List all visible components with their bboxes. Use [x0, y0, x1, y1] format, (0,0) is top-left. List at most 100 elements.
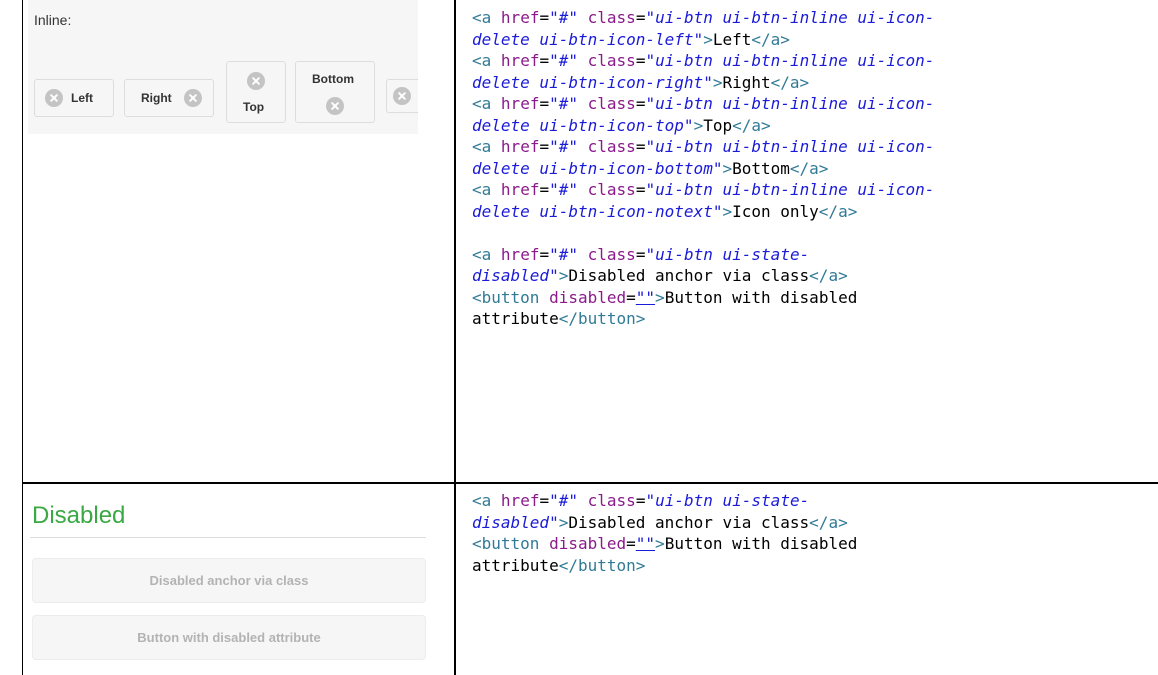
code-token: </a> — [818, 201, 858, 221]
code-token: delete ui-btn-icon-left" — [472, 29, 704, 49]
code-token: > — [558, 266, 569, 285]
inline-top-button[interactable]: Top — [226, 61, 286, 123]
code-line: <a href="#" class="ui-btn ui-btn-inline … — [472, 179, 934, 201]
code-token: = — [539, 244, 550, 264]
code-token: = — [539, 137, 550, 156]
code-token: class — [587, 94, 636, 113]
code-line: delete ui-btn-icon-top">Top</a> — [472, 115, 934, 137]
code-token: = — [635, 51, 646, 70]
disabled-attribute-button[interactable]: Button with disabled attribute — [32, 615, 426, 660]
code-line: delete ui-btn-icon-bottom">Bottom</a> — [472, 158, 934, 180]
disabled-heading: Disabled — [32, 502, 126, 529]
code-token: href — [500, 51, 540, 70]
code-token: "#" — [549, 491, 578, 510]
heading-divider — [30, 537, 426, 538]
code-token: "ui-btn ui-btn-inline ui-icon- — [645, 94, 935, 113]
code-token: = — [635, 8, 646, 27]
code-token: > — [558, 512, 569, 532]
delete-icon — [393, 87, 411, 105]
code-token: "" — [635, 287, 656, 307]
inline-left-button[interactable]: Left — [34, 79, 114, 117]
code-token: = — [539, 8, 550, 27]
code-line: <a href="#" class="ui-btn ui-btn-inline … — [472, 136, 934, 158]
code-token: </a> — [809, 512, 848, 532]
code-line: <a href="#" class="ui-btn ui-state- — [472, 490, 857, 512]
inline-bottom-label: Bottom — [312, 72, 354, 86]
code-token: "ui-btn ui-btn-inline ui-icon- — [645, 137, 935, 156]
code-token: "ui-btn ui-state- — [645, 491, 810, 510]
code-token: delete ui-btn-icon-top" — [472, 115, 694, 135]
code-token: < — [472, 137, 482, 156]
code-token: disabled" — [472, 266, 559, 285]
code-token: a — [481, 491, 492, 510]
code-token: "#" — [549, 51, 578, 70]
code-token: > — [655, 534, 665, 553]
delete-icon — [247, 72, 265, 90]
code-token: > — [722, 158, 733, 178]
code-token: </a> — [751, 29, 790, 49]
code-token: class — [587, 180, 636, 199]
code-token: Disabled anchor via class — [568, 266, 810, 285]
code-token: "#" — [549, 137, 578, 156]
code-line: disabled">Disabled anchor via class</a> — [472, 512, 857, 534]
code-line: <button disabled="">Button with disabled — [472, 287, 934, 309]
inline-bottom-button[interactable]: Bottom — [295, 61, 375, 123]
code-token: = — [635, 94, 646, 113]
code-token: "" — [635, 534, 656, 553]
code-token: Icon only — [732, 201, 819, 221]
code-token: href — [500, 137, 540, 156]
code-token: > — [693, 115, 704, 135]
code-token: attribute — [472, 555, 559, 575]
code-token: href — [500, 8, 540, 27]
code-token: "ui-btn ui-btn-inline ui-icon- — [645, 8, 935, 27]
inline-icon-only-button[interactable] — [386, 79, 418, 113]
code-token: "#" — [549, 8, 578, 27]
code-token: Button with disabled — [664, 287, 858, 307]
code-token: = — [539, 491, 550, 510]
code-token: class — [587, 244, 636, 264]
code-token: = — [626, 287, 636, 307]
code-token: <button — [472, 534, 540, 553]
code-token: delete ui-btn-icon-bottom" — [472, 158, 723, 178]
code-token: </button> — [558, 555, 646, 575]
inline-right-label: Right — [141, 91, 172, 105]
code-token: < — [472, 244, 482, 264]
code-token: </a> — [789, 158, 829, 178]
inline-preview-cell: Inline: Left Right Top Bottom — [22, 0, 454, 475]
code-token: "ui-btn ui-btn-inline ui-icon- — [645, 180, 935, 199]
code-token: a — [481, 8, 492, 27]
code-token: < — [472, 491, 482, 510]
disabled-anchor-button[interactable]: Disabled anchor via class — [32, 558, 426, 603]
code-line: delete ui-btn-icon-right">Right</a> — [472, 72, 934, 94]
code-token: = — [635, 180, 646, 199]
code-token: </button> — [558, 309, 646, 328]
code-token: href — [500, 491, 540, 510]
code-token: disabled — [549, 287, 627, 307]
code-token: < — [472, 180, 482, 199]
code-token: Button with disabled — [664, 534, 858, 553]
code-token: class — [587, 8, 636, 27]
code-line: delete ui-btn-icon-notext">Icon only</a> — [472, 201, 934, 223]
code-token: Right — [722, 72, 771, 92]
code-token: class — [587, 51, 636, 70]
code-token: </a> — [770, 72, 810, 92]
code-token: = — [626, 534, 636, 553]
code-line: delete ui-btn-icon-left">Left</a> — [472, 29, 934, 51]
inline-top-label: Top — [243, 100, 265, 114]
code-line: <a href="#" class="ui-btn ui-btn-inline … — [472, 7, 934, 29]
code-line: <a href="#" class="ui-btn ui-btn-inline … — [472, 50, 934, 72]
code-token: "#" — [549, 244, 578, 264]
inline-right-button[interactable]: Right — [124, 79, 214, 117]
